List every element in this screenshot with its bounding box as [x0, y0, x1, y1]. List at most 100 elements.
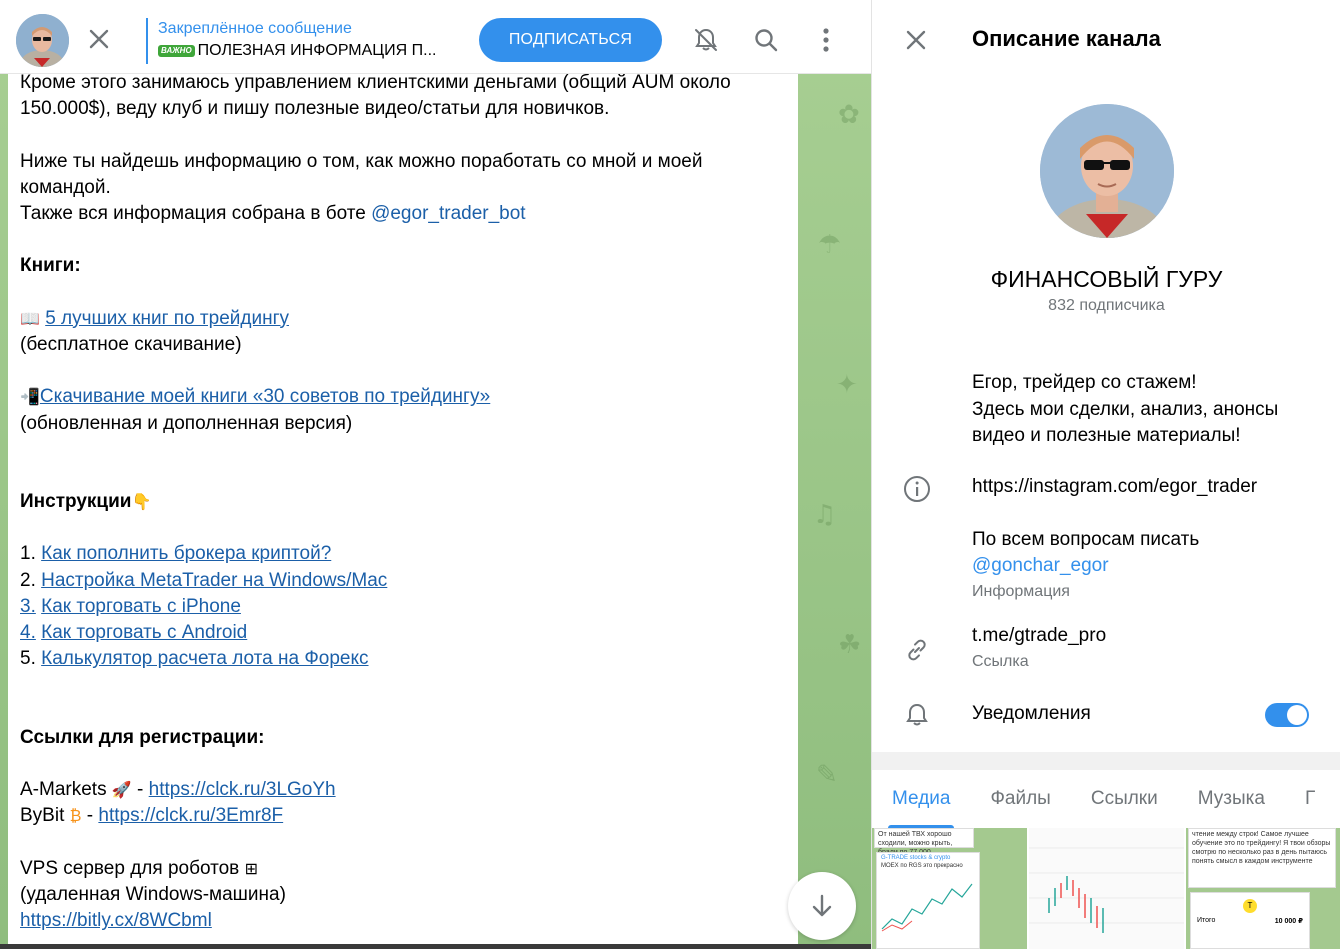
book1-line: 📖 5 лучших книг по трейдингу: [20, 306, 798, 332]
pointing-down-icon: 👇: [131, 491, 152, 511]
media-tabs: Медиа Файлы Ссылки Музыка Г: [872, 770, 1340, 828]
phone-book-icon: 📲: [20, 387, 40, 407]
contact-mention[interactable]: @gonchar_egor: [972, 553, 1322, 580]
instruction-item: 1. Как пополнить брокера криптой?: [20, 541, 798, 567]
media-item[interactable]: [1029, 828, 1184, 949]
bitcoin-icon: ₿: [69, 806, 82, 826]
chart-thumbnail: [877, 869, 977, 939]
instagram-url[interactable]: https://instagram.com/egor_trader: [972, 474, 1322, 501]
pinned-message[interactable]: Закреплённое сообщение ВАЖНО ПОЛЕЗНАЯ ИН…: [146, 18, 466, 64]
reg1-line: A-Markets 🚀 - https://clck.ru/3LGoYh: [20, 779, 336, 801]
instruction-link[interactable]: Калькулятор расчета лота на Форекс: [41, 648, 368, 669]
pinned-title: Закреплённое сообщение: [158, 20, 352, 37]
reg1-name: A-Markets: [20, 779, 107, 801]
book1-link[interactable]: 5 лучших книг по трейдингу: [45, 308, 289, 329]
book2-line: 📲Скачивание моей книги «30 советов по тр…: [20, 384, 798, 410]
link-label: Ссылка: [972, 652, 1029, 670]
channel-link[interactable]: t.me/gtrade_pro: [972, 623, 1322, 650]
mute-bell-icon[interactable]: [688, 22, 724, 58]
channel-big-avatar[interactable]: [1040, 104, 1174, 238]
instruction-link[interactable]: Как пополнить брокера криптой?: [41, 543, 331, 564]
bot-mention-link[interactable]: @egor_trader_bot: [371, 203, 526, 224]
reg2-name: ByBit: [20, 805, 65, 827]
media-item[interactable]: чтение между строк! Самое лучшее обучени…: [1186, 828, 1340, 949]
receipt-total: Итого 10 000 ₽: [1191, 917, 1309, 925]
info-row[interactable]: https://instagram.com/egor_trader По все…: [872, 474, 1340, 604]
chart-thumbnail: [1029, 828, 1184, 949]
instruction-number: 5.: [20, 648, 42, 670]
book-icon: 📖: [20, 308, 40, 328]
instruction-link[interactable]: Как торговать с iPhone: [41, 596, 241, 617]
instruction-item: 5. Калькулятор расчета лота на Форекс: [20, 646, 798, 672]
registration-heading: Ссылки для регистрации:: [20, 726, 265, 748]
info-label: Информация: [972, 582, 1070, 600]
vps-link[interactable]: https://bitly.cx/8WCbml: [20, 910, 212, 931]
scroll-down-button[interactable]: [788, 872, 856, 940]
vps-note: (удаленная Windows-машина): [20, 883, 286, 905]
book1-note: (бесплатное скачивание): [20, 334, 242, 356]
receipt-total-value: 10 000 ₽: [1274, 918, 1303, 925]
description-line-3: видео и полезные материалы!: [972, 425, 1241, 446]
channel-avatar[interactable]: [16, 14, 69, 67]
tab-media[interactable]: Медиа: [872, 770, 970, 828]
book2-note: (обновленная и дополненная версия): [20, 412, 353, 434]
tab-links[interactable]: Ссылки: [1071, 770, 1178, 828]
instruction-link[interactable]: Как торговать с Android: [41, 622, 247, 643]
window-bottom-edge: [0, 944, 871, 949]
bell-icon: [902, 700, 932, 730]
message-bot-line: Также вся информация собрана в боте @ego…: [20, 201, 798, 227]
channel-name: ФИНАНСОВЫЙ ГУРУ: [990, 266, 1223, 292]
close-pinned-icon[interactable]: [84, 24, 114, 54]
arrow-down-icon: [812, 894, 832, 917]
link-text: t.me/gtrade_pro Ссылка: [972, 623, 1322, 674]
media-caption-3: чтение между строк! Самое лучшее обучени…: [1192, 831, 1331, 865]
reg1-link[interactable]: https://clck.ru/3LGoYh: [149, 779, 336, 800]
receipt-total-label: Итого: [1197, 917, 1216, 924]
media-inner-title: G-TRADE stocks & crypto: [881, 855, 951, 861]
instruction-link[interactable]: Настройка MetaTrader на Windows/Mac: [41, 570, 387, 591]
panel-title: Описание канала: [972, 26, 1161, 51]
pinned-text: ПОЛЕЗНАЯ ИНФОРМАЦИЯ П...: [197, 42, 437, 59]
instruction-number[interactable]: 4.: [20, 622, 36, 643]
more-menu-icon[interactable]: [808, 22, 844, 58]
instruction-item: 4. Как торговать с Android: [20, 620, 798, 646]
instruction-number: 2.: [20, 569, 42, 591]
notifications-toggle[interactable]: [1265, 703, 1309, 727]
panel-header: Описание канала: [872, 0, 1340, 80]
panel-divider: [872, 752, 1340, 770]
info-text: https://instagram.com/egor_trader По все…: [972, 474, 1322, 604]
search-icon[interactable]: [748, 22, 784, 58]
chat-area: ✿ ☂ ✦ ♫ ☘ ✎ ❀ Кроме этого занимаюсь упра…: [0, 0, 871, 949]
contact-line: По всем вопросам писать: [972, 528, 1200, 550]
subscribe-button[interactable]: ПОДПИСАТЬСЯ: [479, 18, 662, 62]
description-line-2: Здесь мои сделки, анализ, анонсы: [972, 398, 1279, 420]
instruction-number: 1.: [20, 543, 42, 565]
toggle-knob: [1287, 705, 1307, 725]
tab-more[interactable]: Г: [1285, 770, 1335, 828]
important-badge: ВАЖНО: [158, 45, 195, 57]
channel-info-panel: Описание канала ФИНАНСОВЫЙ ГУРУ 832 подп…: [871, 0, 1340, 949]
books-heading: Книги:: [20, 255, 81, 277]
vps-line: VPS сервер для роботов ⊞: [20, 856, 798, 882]
instruction-item: 2. Настройка MetaTrader на Windows/Mac: [20, 568, 798, 594]
message-below: Ниже ты найдешь информацию о том, как мо…: [20, 150, 703, 198]
link-row[interactable]: t.me/gtrade_pro Ссылка: [872, 623, 1340, 683]
tab-files[interactable]: Файлы: [970, 770, 1070, 828]
instruction-number[interactable]: 3.: [20, 596, 36, 617]
chat-header: Закреплённое сообщение ВАЖНО ПОЛЕЗНАЯ ИН…: [0, 0, 871, 74]
media-item[interactable]: От нашей ТВХ хорошо сходили, можно крыть…: [872, 828, 1027, 949]
link-icon: [902, 635, 932, 665]
subscriber-count: 832 подписчика: [1048, 297, 1165, 314]
instructions-list: 1. Как пополнить брокера криптой? 2. Наст…: [20, 541, 798, 672]
instruction-item: 3. Как торговать с iPhone: [20, 594, 798, 620]
book2-link[interactable]: Скачивание моей книги «30 советов по тре…: [40, 386, 490, 407]
media-grid: От нашей ТВХ хорошо сходили, можно крыть…: [872, 828, 1340, 949]
background-doodles: ✿ ☂ ✦ ♫ ☘ ✎ ❀: [813, 100, 862, 910]
windows-icon: ⊞: [244, 858, 258, 878]
message-intro: Кроме этого занимаюсь управлением клиент…: [20, 72, 731, 120]
tab-music[interactable]: Музыка: [1178, 770, 1285, 828]
reg2-line: ByBit ₿ - https://clck.ru/3Emr8F: [20, 805, 284, 827]
info-icon: [902, 474, 932, 504]
close-panel-icon[interactable]: [900, 24, 932, 56]
reg2-link[interactable]: https://clck.ru/3Emr8F: [98, 805, 283, 826]
